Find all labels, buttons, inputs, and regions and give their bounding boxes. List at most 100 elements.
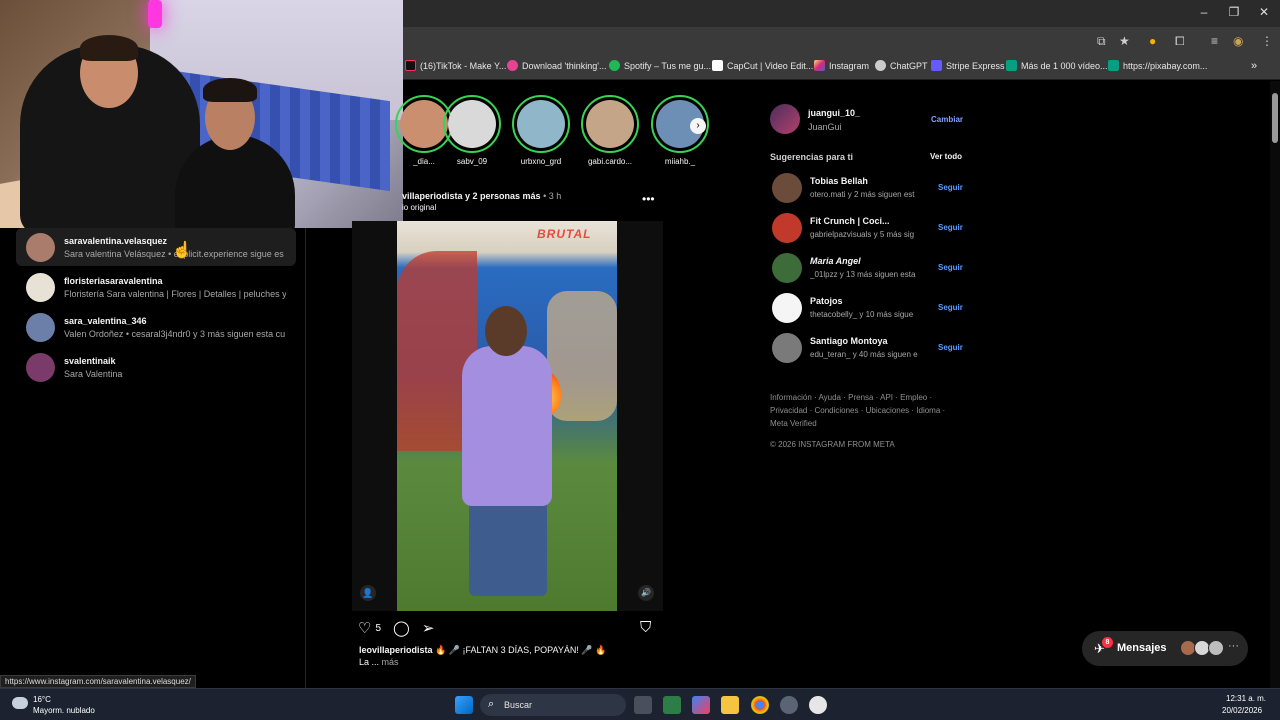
copilot-icon[interactable] [692,696,710,714]
capcut-icon [712,60,723,71]
suggestion-name[interactable]: Maria Angel [810,256,861,266]
footer-links[interactable]: Información · Ayuda · Prensa · API · Emp… [770,391,960,430]
minimize-icon[interactable]: – [1189,5,1219,19]
volume-icon[interactable]: 🔊 [638,585,654,601]
comment-icon[interactable]: ◯ [393,619,410,637]
follow-button[interactable]: Seguir [938,223,963,232]
store-icon[interactable] [663,696,681,714]
video-person [462,346,552,506]
bookmark-stripe[interactable]: Stripe Express [931,60,1005,71]
task-view-icon[interactable] [634,696,652,714]
post-header[interactable]: villaperiodista y 2 personas más • 3 h [402,191,561,201]
bookmark-instagram[interactable]: Instagram [814,60,869,71]
avatar[interactable] [770,104,800,134]
profile-avatar-icon[interactable]: ◉ [1233,34,1243,48]
bookmark-spotify[interactable]: Spotify – Tus me gu... [609,60,711,71]
post-time: • 3 h [543,191,562,201]
profile-username[interactable]: juangui_10_ [808,108,860,118]
weather-temperature[interactable]: 16°C [33,695,51,704]
avatar [26,353,55,382]
scrollbar-thumb[interactable] [1272,93,1278,143]
file-explorer-icon[interactable] [721,696,739,714]
story-username: urbxno_grd [520,157,562,166]
bookmark-pixabay[interactable]: https://pixabay.com... [1108,60,1207,71]
avatar [26,313,55,342]
clock-date[interactable]: 20/02/2026 [1222,706,1262,715]
avatar[interactable] [772,333,802,363]
post-authors[interactable]: villaperiodista y 2 personas más [402,191,541,201]
caption-username[interactable]: leovillaperiodista [359,645,433,655]
bookmark-pixabay-videos[interactable]: Más de 1 000 vídeo... [1006,60,1108,71]
messages-button[interactable]: ✈ 8 Mensajes ··· [1082,631,1248,666]
weather-description[interactable]: Mayorm. nublado [33,706,95,715]
bookmark-chatgpt[interactable]: ChatGPT [875,60,928,71]
more-options-icon[interactable]: ••• [642,192,655,206]
see-all-link[interactable]: Ver todo [930,152,962,161]
heart-icon [507,60,518,71]
story-item[interactable]: sabv_09 [443,95,501,166]
close-icon[interactable]: ✕ [1249,5,1279,19]
avatar[interactable] [772,213,802,243]
bookmark-tiktok[interactable]: (16)TikTok - Make Y... [405,60,506,71]
story-item[interactable]: gabi.cardo... [581,95,639,166]
tab-search-icon[interactable]: ≡ [1211,34,1218,48]
taskbar-search[interactable]: ⌕ Buscar [480,694,626,716]
suggestion-name[interactable]: Patojos [810,296,843,306]
follow-button[interactable]: Seguir [938,303,963,312]
avatar[interactable] [772,173,802,203]
search-result[interactable]: sara_valentina_346 Valen Ordoñez • cesar… [16,308,296,346]
chrome-icon[interactable] [751,696,769,714]
search-result[interactable]: floristeriasaravalentina Floristería Sar… [16,268,296,306]
bookmark-download[interactable]: Download 'thinking'... [507,60,607,71]
result-subtitle: Valen Ordoñez • cesaral3j4ndr0 y 3 más s… [64,329,286,339]
follow-button[interactable]: Seguir [938,343,963,352]
suggestion-name[interactable]: Tobias Bellah [810,176,868,186]
windows-start-icon[interactable] [455,696,473,714]
avatar[interactable] [772,293,802,323]
follow-button[interactable]: Seguir [938,263,963,272]
story-ring [443,95,501,153]
video-person-legs [469,491,547,596]
story-item[interactable]: urbxno_grd [512,95,570,166]
clock-time[interactable]: 12:31 a. m. [1226,694,1266,703]
result-username: saravalentina.velasquez [64,236,168,246]
post-audio[interactable]: io original [402,203,436,212]
camera-app-icon[interactable] [809,696,827,714]
tagged-user-icon[interactable]: 👤 [360,585,376,601]
webcam-hair-left [80,35,138,61]
browser-menu-icon[interactable]: ⋮ [1261,34,1273,48]
chevron-right-icon[interactable]: › [690,118,706,134]
maximize-icon[interactable]: ❐ [1219,5,1249,19]
caption-more-row: La ... más [359,657,399,667]
follow-button[interactable]: Seguir [938,183,963,192]
link-status-url: https://www.instagram.com/saravalentina.… [0,675,196,688]
extensions-puzzle-icon[interactable]: ⧠ [1175,34,1185,49]
search-result[interactable]: svalentinaik Sara Valentina [16,348,296,386]
result-username: svalentinaik [64,356,116,366]
bookmarks-overflow-icon[interactable]: » [1251,60,1257,72]
bookmark-capcut[interactable]: CapCut | Video Edit... [712,60,813,71]
bookmark-star-icon[interactable]: ★ [1119,34,1130,48]
suggestion-subtitle: edu_teran_ y 40 más siguen e [810,350,918,359]
suggestion-name[interactable]: Fit Crunch | Coci... [810,216,890,226]
caption-text: 🔥 🎤 ¡FALTAN 3 DÍAS, POPAYÁN! 🎤 🔥 [435,645,607,655]
search-result[interactable]: saravalentina.velasquez Sara valentina V… [16,228,296,266]
switch-account-link[interactable]: Cambiar [931,115,963,124]
heart-icon[interactable]: ♡ [358,619,371,637]
story-avatar [448,100,496,148]
like-count[interactable]: 5 [375,623,381,634]
suggestion-name[interactable]: Santiago Montoya [810,336,888,346]
messages-badge: 8 [1102,637,1113,648]
post-video[interactable]: BRUTAL [397,221,617,611]
share-icon[interactable]: ➢ [422,619,435,637]
search-results-panel: saravalentina.velasquez Sara valentina V… [0,228,306,688]
save-icon[interactable]: ⛉ [640,619,651,636]
caption-more-link[interactable]: más [382,657,399,667]
avatar[interactable] [772,253,802,283]
suggestion-item: Patojos thetacobelly_ y 10 más sigue Seg… [772,293,963,325]
page-scrollbar[interactable] [1270,81,1280,688]
install-app-icon[interactable]: ⧉ [1097,34,1106,49]
obs-icon[interactable] [780,696,798,714]
cloud-icon[interactable] [12,697,28,709]
extension-color-icon[interactable]: ● [1149,34,1156,48]
